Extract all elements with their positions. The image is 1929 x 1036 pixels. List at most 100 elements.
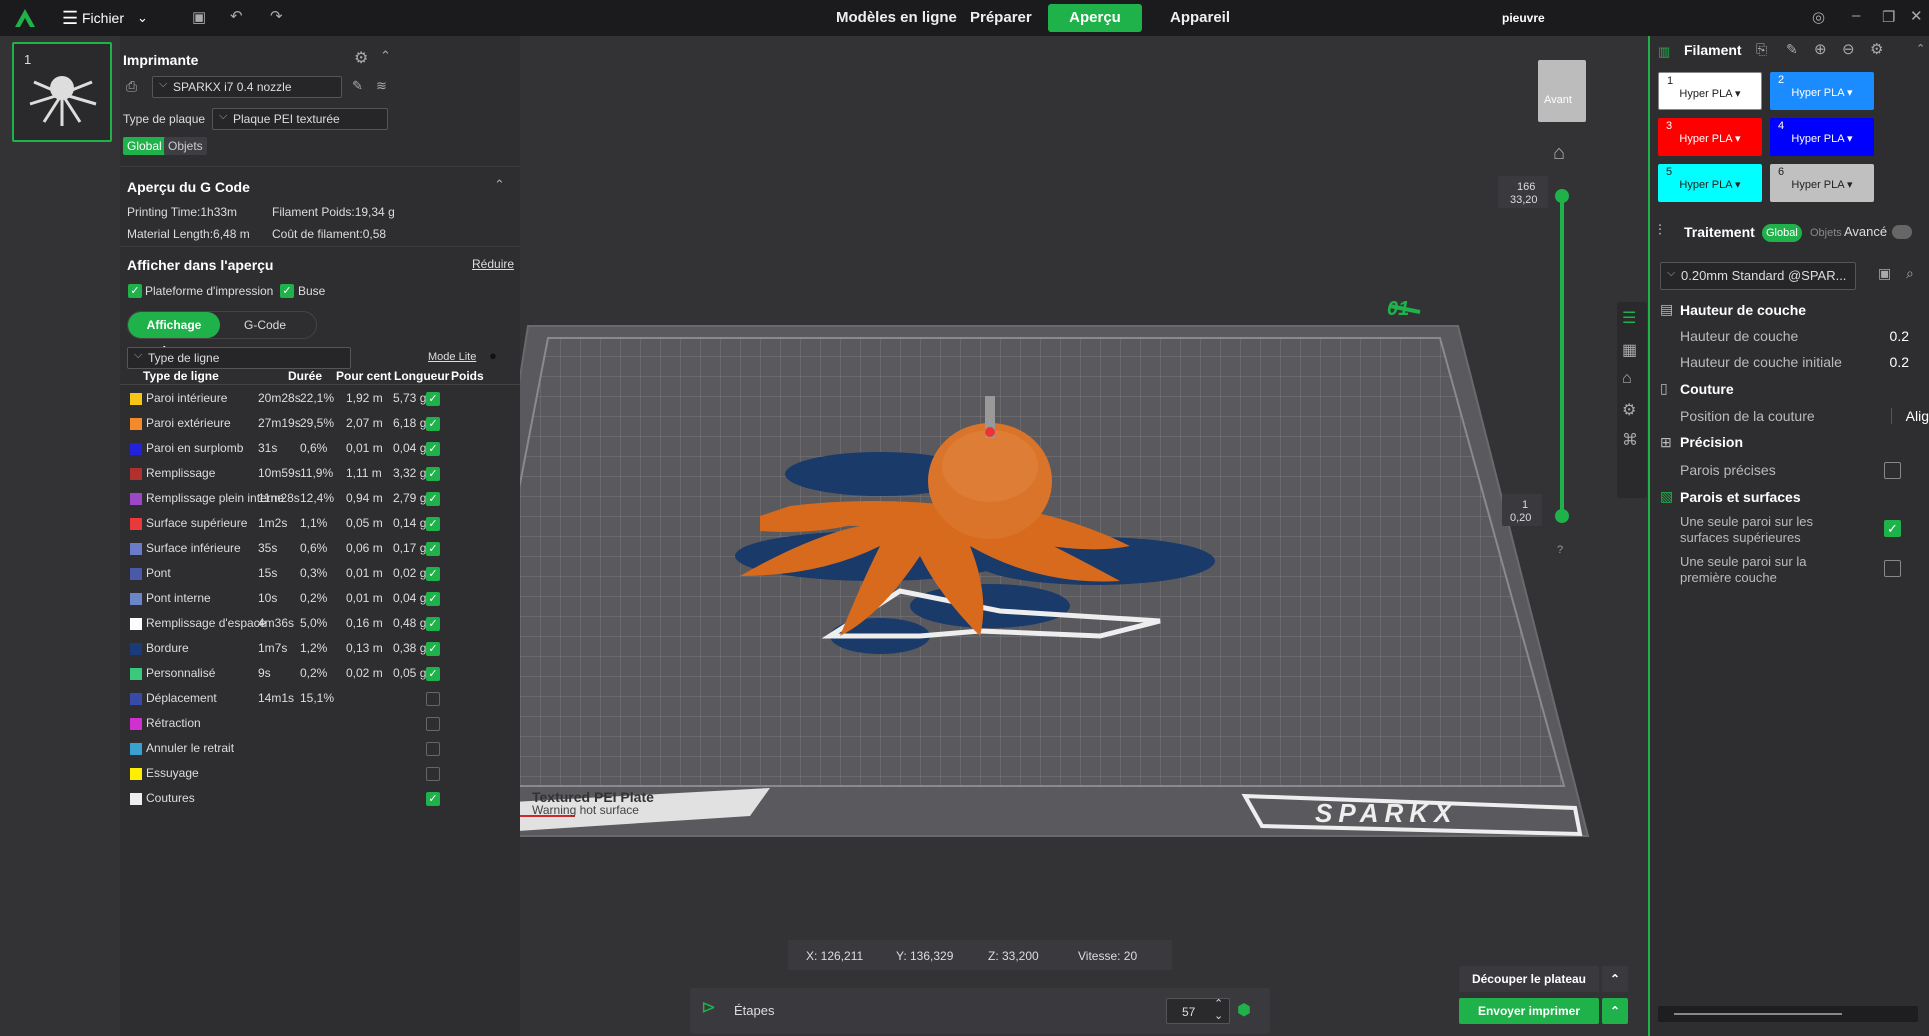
visibility-checkbox[interactable] [426, 742, 440, 756]
visibility-checkbox[interactable]: ✓ [426, 567, 440, 581]
visibility-checkbox[interactable]: ✓ [426, 792, 440, 806]
line-type-row[interactable]: Paroi en surplomb 31s 0,6% 0,01 m 0,04 g ✓ [120, 437, 510, 462]
play-icon[interactable]: ⊳ [701, 997, 716, 1018]
plate-view-icon[interactable]: ▦ [1622, 340, 1637, 360]
filament-slot[interactable]: 6 Hyper PLA ▾ [1770, 164, 1874, 202]
collapse-icon[interactable]: ⌃ [380, 48, 391, 64]
line-type-row[interactable]: Déplacement 14m1s 15,1% [120, 687, 510, 712]
headset-icon[interactable]: ◎ [1812, 8, 1825, 26]
seam-position-select[interactable]: Alig [1890, 408, 1929, 424]
visibility-checkbox[interactable]: ✓ [426, 592, 440, 606]
stepper-arrows-icon[interactable]: ⌃ ⌄ [1214, 998, 1223, 1022]
filament-collapse-icon[interactable]: ⌃ [1916, 42, 1925, 55]
line-type-row[interactable]: Annuler le retrait [120, 737, 510, 762]
line-type-row[interactable]: Pont 15s 0,3% 0,01 m 0,02 g ✓ [120, 562, 510, 587]
reduce-link[interactable]: Réduire [472, 257, 514, 271]
printer-select[interactable]: SPARKX i7 0.4 nozzle [152, 74, 342, 98]
line-type-row[interactable]: Bordure 1m7s 1,2% 0,13 m 0,38 g ✓ [120, 637, 510, 662]
search-icon[interactable]: ⌕ [1906, 265, 1914, 282]
visibility-checkbox[interactable]: ✓ [426, 442, 440, 456]
filament-slot[interactable]: 2 Hyper PLA ▾ [1770, 72, 1874, 110]
process-toggle-global[interactable]: Global [1762, 224, 1802, 242]
line-type-row[interactable]: Personnalisé 9s 0,2% 0,02 m 0,05 g ✓ [120, 662, 510, 687]
gcode-collapse-icon[interactable]: ⌃ [494, 177, 505, 193]
precise-walls-checkbox[interactable] [1884, 462, 1901, 479]
line-type-row[interactable]: Rétraction [120, 712, 510, 737]
initial-layer-value[interactable]: 0.2 [1890, 354, 1909, 370]
line-type-row[interactable]: Surface inférieure 35s 0,6% 0,06 m 0,17 g ✓ [120, 537, 510, 562]
filament-settings-icon[interactable]: ⚙ [1870, 40, 1883, 58]
visibility-checkbox[interactable]: ✓ [426, 492, 440, 506]
settings-view-icon[interactable]: ⚙ [1622, 400, 1636, 420]
file-menu[interactable]: Fichier [82, 0, 124, 36]
visibility-checkbox[interactable]: ✓ [426, 667, 440, 681]
line-type-row[interactable]: Surface supérieure 1m2s 1,1% 0,05 m 0,14 g ✓ [120, 512, 510, 537]
right-scrollbar[interactable] [1658, 1006, 1918, 1022]
filament-slot[interactable]: 5 Hyper PLA ▾ [1658, 164, 1762, 202]
visibility-checkbox[interactable] [426, 767, 440, 781]
platform-checkbox[interactable]: ✓ [128, 284, 142, 298]
line-type-row[interactable]: Paroi extérieure 27m19s 29,5% 2,07 m 6,18 g ✓ [120, 412, 510, 437]
single-wall-first-checkbox[interactable] [1884, 560, 1901, 577]
visibility-checkbox[interactable]: ✓ [426, 392, 440, 406]
toggle-objects[interactable]: Objets [164, 137, 207, 155]
layer-height-value[interactable]: 0.2 [1890, 328, 1909, 344]
plate-thumbnail[interactable]: 1 [12, 42, 112, 142]
add-filament-icon[interactable]: ⊕ [1814, 40, 1827, 58]
remove-filament-icon[interactable]: ⊖ [1842, 40, 1855, 58]
mode-lite-toggle[interactable]: ● [489, 348, 497, 363]
support-icon[interactable]: ⌂ [1622, 370, 1632, 388]
maximize-icon[interactable]: ❐ [1882, 8, 1895, 26]
line-type-row[interactable]: Remplissage 10m59s 11,9% 1,11 m 3,32 g ✓ [120, 462, 510, 487]
line-type-row[interactable]: Pont interne 10s 0,2% 0,01 m 0,04 g ✓ [120, 587, 510, 612]
tab-online-models[interactable]: Modèles en ligne [822, 4, 971, 32]
single-wall-top-checkbox[interactable]: ✓ [1884, 520, 1901, 537]
tab-display-options[interactable]: Affichage des... [128, 312, 220, 358]
undo-icon[interactable]: ↶ [230, 7, 243, 25]
line-type-row[interactable]: Remplissage d'espace 4m36s 5,0% 0,16 m 0,48 … [120, 612, 510, 637]
filament-edit-icon[interactable]: ✎ [1786, 41, 1798, 58]
view-cube[interactable] [1538, 60, 1586, 122]
line-type-row[interactable]: Coutures ✓ [120, 787, 510, 812]
visibility-checkbox[interactable]: ✓ [426, 617, 440, 631]
filament-sync-icon[interactable]: ⎘ [1756, 41, 1767, 58]
filament-type-select[interactable]: Hyper PLA ▾ [1666, 132, 1754, 145]
tab-gcode[interactable]: G-Code [240, 312, 290, 338]
filament-type-select[interactable]: Hyper PLA ▾ [1667, 87, 1753, 100]
filament-type-select[interactable]: Hyper PLA ▾ [1778, 86, 1866, 99]
visibility-checkbox[interactable]: ✓ [426, 517, 440, 531]
slice-plate-button[interactable]: Découper le plateau [1459, 966, 1599, 992]
nozzle-checkbox[interactable]: ✓ [280, 284, 294, 298]
visibility-checkbox[interactable] [426, 717, 440, 731]
tab-preview[interactable]: Aperçu [1048, 4, 1142, 32]
filament-type-select[interactable]: Hyper PLA ▾ [1778, 178, 1866, 191]
chevron-down-icon[interactable]: ⌄ [137, 0, 148, 36]
line-type-row[interactable]: Paroi intérieure 20m28s 22,1% 1,92 m 5,73 g ✓ [120, 387, 510, 412]
tab-prepare[interactable]: Préparer [956, 4, 1046, 32]
filament-slot[interactable]: 1 Hyper PLA ▾ [1658, 72, 1762, 110]
visibility-checkbox[interactable]: ✓ [426, 467, 440, 481]
filament-type-select[interactable]: Hyper PLA ▾ [1778, 132, 1866, 145]
edit-icon[interactable]: ✎ [352, 78, 363, 94]
layers-view-icon[interactable]: ☰ [1622, 308, 1636, 328]
wifi-icon[interactable]: ≋ [376, 78, 387, 94]
printer-settings-icon[interactable]: ⚙ [354, 48, 368, 68]
process-toggle-objects[interactable]: Objets [1806, 224, 1846, 242]
minimize-icon[interactable]: – [1852, 7, 1860, 24]
filament-type-select[interactable]: Hyper PLA ▾ [1666, 178, 1754, 191]
visibility-checkbox[interactable]: ✓ [426, 642, 440, 656]
help-icon[interactable]: ? [1557, 544, 1563, 556]
redo-icon[interactable]: ↷ [270, 7, 283, 25]
slice-options-button[interactable]: ⌃ [1602, 966, 1628, 992]
process-profile-select[interactable]: 0.20mm Standard @SPAR... [1660, 260, 1856, 290]
line-type-row[interactable]: Remplissage plein interne 11m28s 12,4% 0,94… [120, 487, 510, 512]
hamburger-icon[interactable]: ☰ [62, 0, 78, 36]
assembly-icon[interactable]: ⌘ [1622, 430, 1638, 450]
advanced-toggle[interactable] [1892, 225, 1912, 239]
tab-device[interactable]: Appareil [1156, 4, 1244, 32]
send-options-button[interactable]: ⌃ [1602, 998, 1628, 1024]
visibility-checkbox[interactable]: ✓ [426, 417, 440, 431]
save-profile-icon[interactable]: ▣ [1878, 265, 1891, 282]
line-type-row[interactable]: Essuyage [120, 762, 510, 787]
home-icon[interactable]: ⌂ [1553, 142, 1565, 165]
